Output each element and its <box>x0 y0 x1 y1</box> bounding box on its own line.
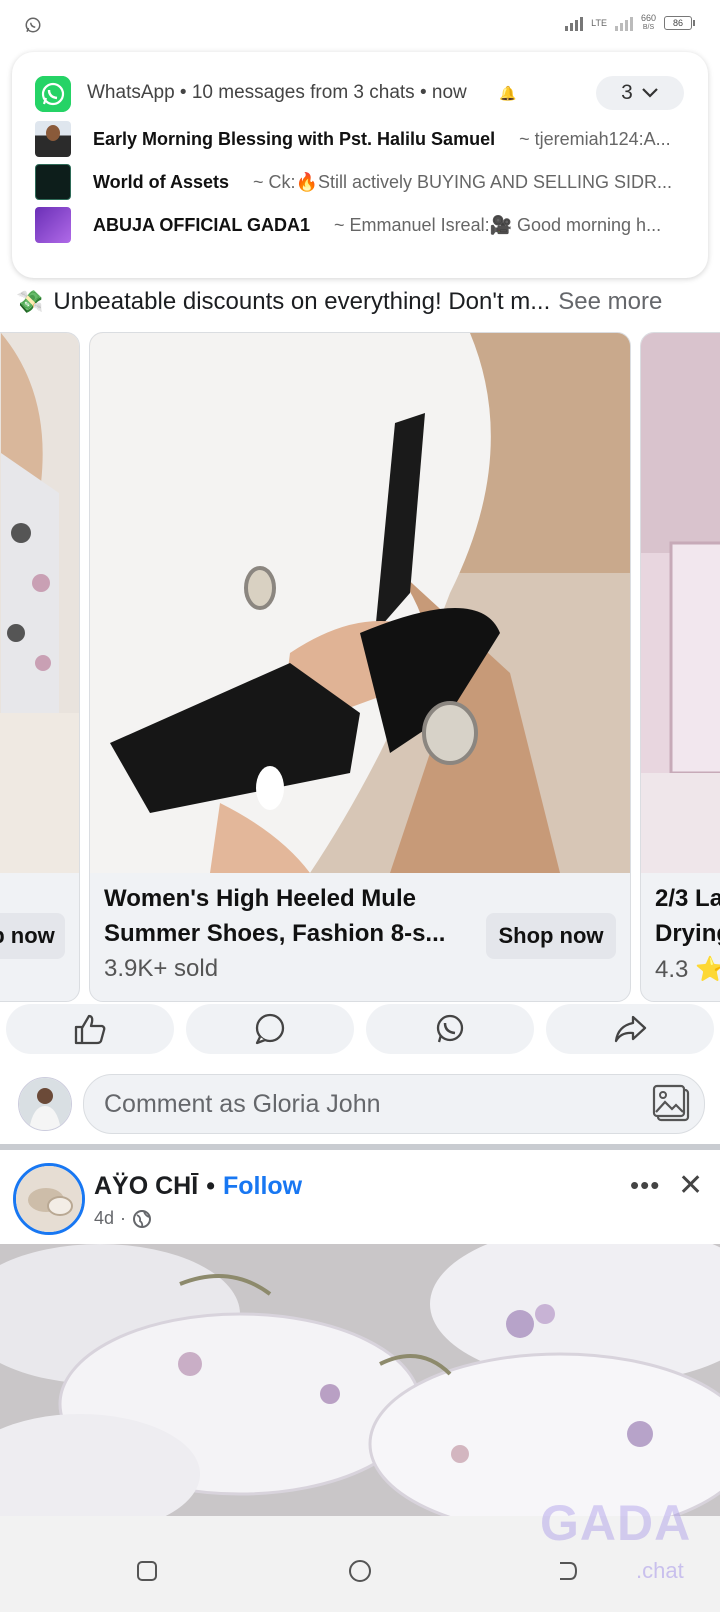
whatsapp-icon <box>436 1014 464 1043</box>
comment-input[interactable]: Comment as Gloria John <box>83 1074 705 1134</box>
meta-dot: · <box>120 1208 127 1228</box>
chat-message: ~ Ck:🔥Still actively BUYING AND SELLING … <box>253 171 673 192</box>
post-separator <box>0 1144 720 1150</box>
whatsapp-notification[interactable]: WhatsApp • 10 messages from 3 chats • no… <box>12 52 708 278</box>
product-image <box>0 333 79 873</box>
status-indicators: LTE 660 B/S 86 <box>565 13 695 32</box>
like-button[interactable] <box>6 1004 174 1054</box>
post-author-line: AŸO CHĪ • Follow <box>94 1172 302 1201</box>
carousel-card-next[interactable]: 2/3 La Drying 4.3 ⭐ <box>640 332 720 1002</box>
chat-row[interactable]: World of Assets ~ Ck:🔥Still actively BUY… <box>35 164 695 200</box>
follow-button[interactable]: Follow <box>223 1172 302 1200</box>
shop-now-button[interactable]: Shop now <box>486 913 616 959</box>
product-title: 2/3 La Drying <box>655 885 720 947</box>
share-arrow-icon <box>614 1015 647 1043</box>
ad-caption: 💸 Unbeatable discounts on everything! Do… <box>16 288 706 316</box>
chat-row[interactable]: Early Morning Blessing with Pst. Halilu … <box>35 121 695 157</box>
message-count: 3 <box>621 81 633 104</box>
author-name[interactable]: AŸO CHĪ <box>94 1172 198 1200</box>
comment-placeholder: Comment as Gloria John <box>104 1090 381 1118</box>
author-avatar[interactable] <box>13 1163 85 1235</box>
product-image <box>90 333 630 873</box>
globe-icon <box>133 1209 152 1228</box>
share-button[interactable] <box>546 1004 714 1054</box>
status-bar: LTE 660 B/S 86 <box>0 0 720 50</box>
chevron-down-icon <box>642 88 658 98</box>
signal-icon-2 <box>614 15 633 31</box>
signal-icon <box>565 15 584 31</box>
chat-name: Early Morning Blessing with Pst. Halilu … <box>93 128 496 149</box>
comment-button[interactable] <box>186 1004 354 1054</box>
whatsapp-share-button[interactable] <box>366 1004 534 1054</box>
close-icon[interactable]: ✕ <box>678 1168 703 1203</box>
chat-avatar <box>35 121 71 157</box>
user-avatar[interactable] <box>18 1077 72 1131</box>
gada-watermark-suffix: .chat <box>636 1558 684 1583</box>
recent-apps-button[interactable] <box>136 1560 158 1582</box>
carousel-card-previous[interactable]: p now <box>0 332 80 1002</box>
avatar-image <box>19 1078 71 1130</box>
post-age: 4d <box>94 1208 115 1228</box>
product-title: Women's High Heeled Mule Summer Shoes, F… <box>104 885 446 947</box>
chat-avatar <box>35 207 71 243</box>
more-options-icon[interactable]: ••• <box>630 1170 660 1201</box>
see-more-link[interactable]: See more <box>558 288 662 316</box>
ad-caption-text: Unbeatable discounts on everything! Don'… <box>53 288 551 315</box>
photo-attach-icon[interactable] <box>652 1084 692 1124</box>
gada-watermark: GADA <box>540 1495 692 1551</box>
sold-count: 3.9K+ sold <box>104 955 219 982</box>
battery-icon: 86 <box>664 16 695 30</box>
notification-header: WhatsApp • 10 messages from 3 chats • no… <box>87 82 467 103</box>
post-meta: 4d · <box>94 1208 152 1229</box>
bell-icon: 🔔 <box>499 85 517 101</box>
expand-notification-button[interactable]: 3 <box>596 76 684 110</box>
chat-message: ~ Emmanuel Isreal:🎥 Good morning h... <box>334 214 662 235</box>
comment-icon <box>255 1013 285 1045</box>
chat-name: ABUJA OFFICIAL GADA1 <box>93 214 311 235</box>
chat-avatar <box>35 164 71 200</box>
money-icon: 💸 <box>16 289 44 314</box>
home-button[interactable] <box>348 1559 372 1583</box>
whatsapp-icon <box>35 76 71 112</box>
carousel-card[interactable]: Women's High Heeled Mule Summer Shoes, F… <box>89 332 631 1002</box>
dishes-image <box>0 1244 720 1516</box>
thumbs-up-icon <box>74 1014 106 1045</box>
chat-name: World of Assets <box>93 171 230 192</box>
back-button[interactable] <box>556 1560 578 1582</box>
network-type: LTE <box>591 17 607 28</box>
chat-row[interactable]: ABUJA OFFICIAL GADA1 ~ Emmanuel Isreal:🎥… <box>35 207 695 243</box>
shop-now-button[interactable]: p now <box>0 913 65 959</box>
chat-message: ~ tjeremiah124:A... <box>519 128 671 149</box>
whatsapp-status-icon <box>25 17 41 33</box>
avatar-image <box>16 1166 82 1232</box>
separator-dot: • <box>206 1172 215 1200</box>
post-image[interactable] <box>0 1244 720 1516</box>
product-rating: 4.3 ⭐ <box>655 956 720 983</box>
network-speed: 660 B/S <box>640 13 656 32</box>
product-image <box>641 333 720 873</box>
